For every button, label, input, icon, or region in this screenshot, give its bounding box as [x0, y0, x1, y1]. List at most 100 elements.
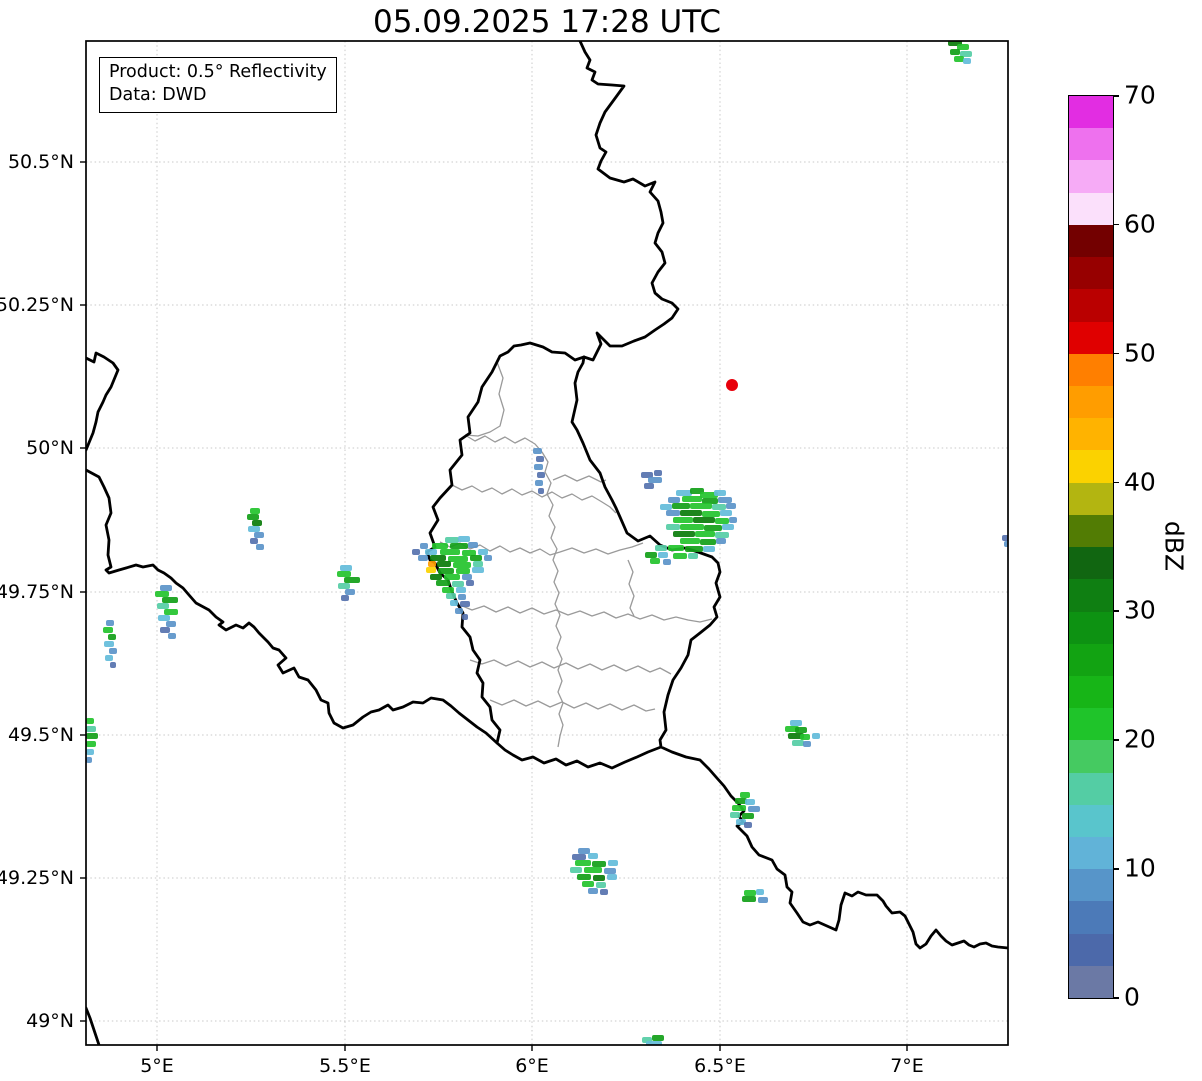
radar-echo-cell — [673, 517, 693, 523]
radar-echo-cell — [578, 848, 590, 854]
colorbar-tick-label: 30 — [1124, 596, 1156, 625]
radar-echo-cell — [428, 561, 436, 567]
colorbar-segment — [1069, 901, 1113, 933]
radar-echo-cell — [438, 568, 454, 574]
admin-boundary — [628, 560, 634, 616]
radar-echo-cell — [742, 813, 754, 819]
radar-echo-cell — [166, 621, 176, 627]
radar-echo-cell — [588, 888, 598, 894]
colorbar-tick-label: 0 — [1124, 983, 1140, 1012]
radar-echo-cell — [103, 627, 113, 633]
radar-echo-cell — [534, 464, 543, 470]
radar-echo-cell — [800, 734, 810, 740]
radar-echo-cell — [803, 741, 811, 747]
radar-echo-cell — [575, 860, 591, 866]
colorbar-segment — [1069, 386, 1113, 418]
admin-boundary — [553, 475, 606, 482]
radar-echo-cell — [654, 470, 662, 476]
radar-echo-cell — [462, 574, 472, 580]
colorbar-segment — [1069, 644, 1113, 676]
radar-echo-cell — [680, 524, 704, 530]
radar-echo-cell — [345, 589, 355, 595]
radar-echo-cell — [744, 890, 756, 896]
colorbar-segment — [1069, 579, 1113, 611]
radar-echo-cell — [680, 538, 700, 544]
radar-echo-cell — [584, 867, 602, 873]
colorbar-segment — [1069, 160, 1113, 192]
radar-echo-cell — [648, 477, 662, 483]
radar-echo-cell — [680, 510, 702, 516]
colorbar-segment — [1069, 193, 1113, 225]
radar-echo-cell — [432, 543, 448, 549]
radar-echo-cell — [792, 740, 804, 746]
colorbar-segment — [1069, 612, 1113, 644]
radar-echo-cell — [673, 553, 687, 559]
radar-echo-cell — [812, 733, 820, 739]
radar-echo-cell — [86, 757, 92, 763]
radar-echo-cell — [458, 536, 470, 542]
product-annotation-box: Product: 0.5° Reflectivity Data: DWD — [99, 57, 337, 113]
radar-echo-cell — [658, 552, 668, 558]
colorbar-tick-mark — [1113, 95, 1119, 97]
radar-echo-cell — [712, 504, 726, 510]
colorbar-tick-mark — [1113, 610, 1119, 612]
radar-echo-cell — [430, 555, 446, 561]
colorbar-segment — [1069, 418, 1113, 450]
radar-echo-cell — [256, 544, 264, 550]
radar-echo-cell — [716, 538, 726, 544]
radar-echo-cell — [592, 861, 606, 867]
radar-echo-cell — [572, 854, 586, 860]
radar-echo-cell — [250, 508, 260, 514]
radar-echo-cell — [104, 641, 114, 647]
radar-echo-cell — [436, 580, 450, 586]
radar-echo-cell — [726, 503, 736, 509]
radar-echo-cell — [450, 543, 468, 549]
radar-echo-cell — [455, 608, 463, 614]
radar-echo-cell — [425, 549, 437, 555]
radar-echo-cell — [456, 568, 470, 574]
radar-echo-cell — [533, 448, 542, 454]
radar-echo-cell — [758, 897, 768, 903]
radar-echo-cell — [444, 574, 460, 580]
radar-echo-cell — [714, 490, 726, 496]
country-border — [572, 41, 1008, 948]
radar-echo-cell — [740, 792, 750, 798]
colorbar-tick-mark — [1113, 482, 1119, 484]
radar-echo-cell — [344, 577, 360, 583]
radar-echo-cell — [645, 552, 657, 558]
radar-echo-cell — [577, 874, 591, 880]
radar-echo-cell — [666, 510, 680, 516]
colorbar-tick-label: 20 — [1124, 725, 1156, 754]
radar-echo-cell — [742, 896, 756, 902]
radar-echo-cell — [608, 860, 618, 866]
radar-echo-cell — [470, 555, 482, 561]
radar-echo-cell — [536, 456, 544, 462]
colorbar-segment — [1069, 450, 1113, 482]
colorbar-segment — [1069, 708, 1113, 740]
colorbar-segment — [1069, 96, 1113, 128]
colorbar-segment — [1069, 547, 1113, 579]
radar-echo-cell — [607, 874, 617, 880]
radar-echo-cell — [748, 806, 760, 812]
radar-echo-cell — [703, 546, 715, 552]
radar-echo-cell — [957, 44, 969, 50]
radar-echo-cell — [715, 532, 729, 538]
admin-boundary — [460, 605, 712, 622]
radar-echo-cell — [732, 805, 746, 811]
radar-echo-cell — [448, 556, 468, 562]
radar-echo-cell — [693, 517, 715, 523]
radar-echo-cell — [673, 531, 695, 537]
colorbar-tick-mark — [1113, 224, 1119, 226]
radar-echo-cell — [86, 733, 98, 739]
radar-echo-cell — [663, 559, 671, 565]
colorbar-segment — [1069, 354, 1113, 386]
radar-echo-cell — [695, 531, 715, 537]
colorbar-tick-mark — [1113, 997, 1119, 999]
admin-boundary — [465, 435, 542, 452]
radar-echo-cell — [690, 503, 712, 509]
radar-echo-cell — [660, 504, 672, 510]
radar-echo-cell — [160, 585, 172, 591]
colorbar-segment — [1069, 934, 1113, 966]
colorbar-segment — [1069, 225, 1113, 257]
radar-echo-cell — [478, 549, 488, 555]
